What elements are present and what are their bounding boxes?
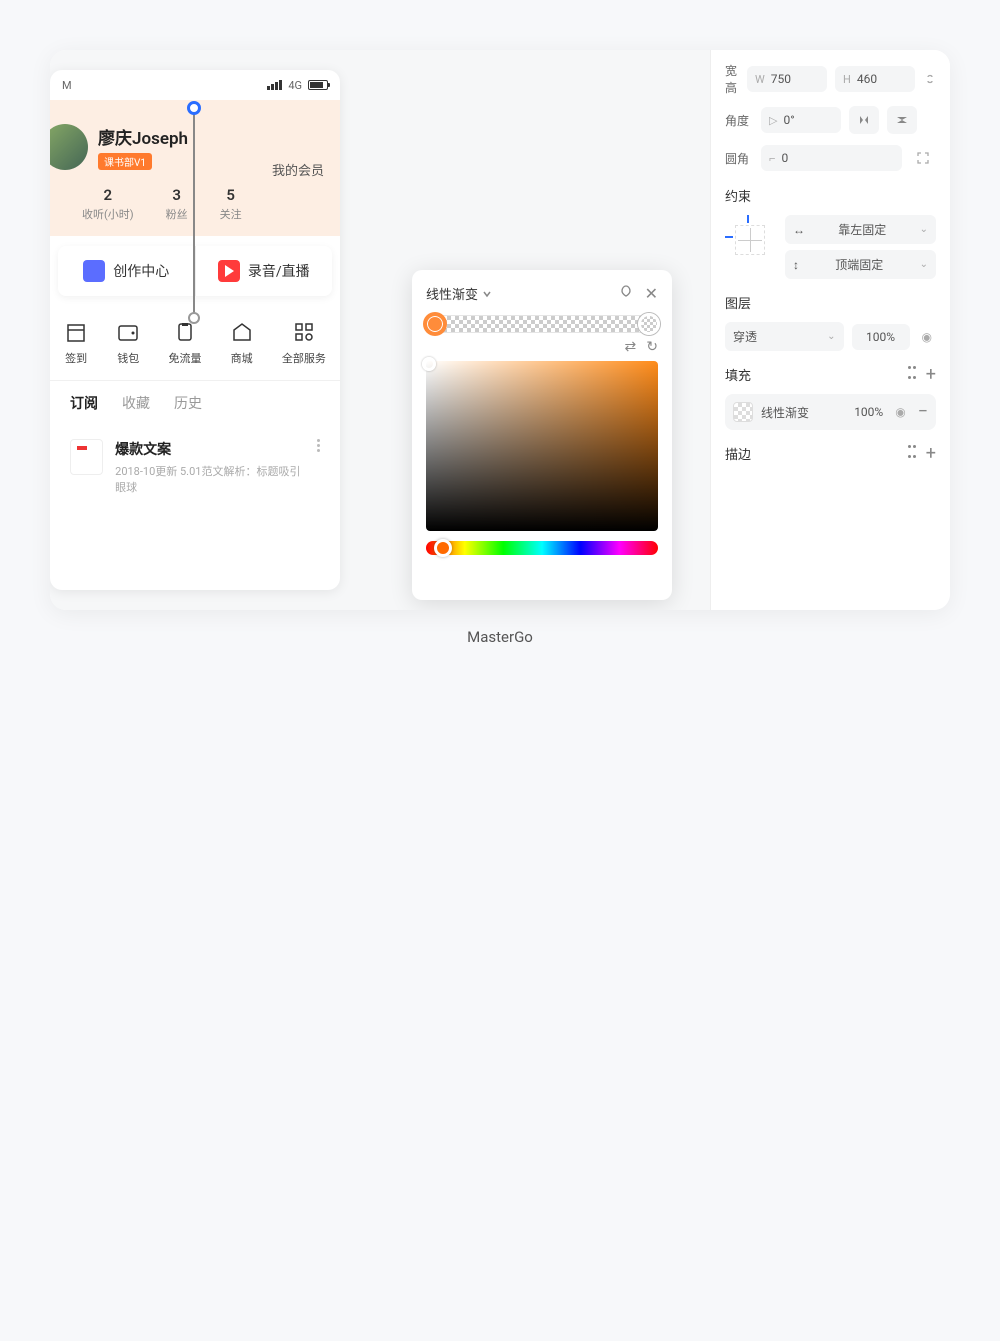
- size-label: 宽高: [725, 62, 739, 96]
- constraint-section-title: 约束: [725, 186, 936, 205]
- canvas[interactable]: M 4G 我的会员 廖庆Joseph 课书部V1: [50, 50, 730, 610]
- list-thumbnail: [70, 439, 103, 475]
- swap-icon[interactable]: ⇄: [625, 339, 637, 355]
- stroke-style-library-icon[interactable]: [908, 445, 916, 463]
- width-input[interactable]: W750: [747, 66, 827, 92]
- properties-panel: 宽高 W750 H460 角度 ▷0° 圆角 ⌐0 约束 ↔靠左固定⌄ ↕顶端固…: [710, 50, 950, 610]
- height-input[interactable]: H460: [835, 66, 915, 92]
- gradient-type-dropdown[interactable]: 线性渐变: [426, 284, 492, 303]
- gradient-stop-1[interactable]: [638, 313, 660, 335]
- independent-corners-icon[interactable]: [910, 144, 936, 172]
- close-icon[interactable]: ✕: [645, 284, 658, 303]
- create-center-button[interactable]: 创作中心: [58, 246, 195, 296]
- saturation-value-picker[interactable]: [426, 361, 658, 531]
- radius-input[interactable]: ⌐0: [761, 145, 902, 171]
- list-item[interactable]: 爆款文案 2018-10更新 5.01范文解析：标题吸引眼球: [50, 425, 340, 509]
- tab-history[interactable]: 历史: [174, 393, 202, 413]
- fill-swatch[interactable]: [733, 402, 753, 422]
- stroke-section-title: 描边 +: [725, 444, 936, 463]
- link-size-icon[interactable]: [923, 65, 936, 93]
- eyedropper-icon[interactable]: [619, 284, 633, 298]
- signal-icon: [267, 80, 282, 90]
- actions-card: 创作中心 录音/直播: [58, 246, 332, 296]
- fill-section-title: 填充 +: [725, 365, 936, 384]
- gradient-stop-start[interactable]: [187, 101, 201, 115]
- layer-opacity-input[interactable]: 100%: [852, 324, 910, 350]
- radius-label: 圆角: [725, 150, 753, 167]
- mobile-preview: M 4G 我的会员 廖庆Joseph 课书部V1: [50, 70, 340, 590]
- content-tabs: 订阅 收藏 历史: [50, 380, 340, 425]
- network-label: 4G: [288, 79, 302, 92]
- create-icon: [83, 260, 105, 282]
- flip-horizontal-button[interactable]: [849, 106, 879, 134]
- record-icon: [218, 260, 240, 282]
- hue-slider[interactable]: [426, 541, 658, 555]
- service-mall[interactable]: 商城: [230, 320, 254, 366]
- caption: MasterGo: [0, 628, 1000, 646]
- stat-listen[interactable]: 2 收听(小时): [82, 186, 134, 222]
- visibility-icon[interactable]: ◉: [918, 330, 936, 344]
- member-link[interactable]: 我的会员: [272, 160, 324, 179]
- constraint-diagram[interactable]: [725, 215, 775, 265]
- tab-subscribe[interactable]: 订阅: [70, 393, 98, 413]
- layer-section-title: 图层: [725, 293, 936, 312]
- hue-cursor[interactable]: [434, 539, 452, 557]
- record-live-button[interactable]: 录音/直播: [195, 246, 333, 296]
- profile-section: 我的会员 廖庆Joseph 课书部V1 2 收听(小时) 3 粉丝: [50, 100, 340, 236]
- flip-vertical-button[interactable]: [887, 106, 917, 134]
- app-frame: M 4G 我的会员 廖庆Joseph 课书部V1: [50, 50, 950, 610]
- list-subtitle: 2018-10更新 5.01范文解析：标题吸引眼球: [115, 463, 305, 495]
- angle-label: 角度: [725, 112, 753, 129]
- remove-fill-icon[interactable]: −: [918, 403, 928, 421]
- stat-fans[interactable]: 3 粉丝: [166, 186, 188, 222]
- status-bar: M 4G: [50, 70, 340, 100]
- battery-icon: [308, 80, 328, 90]
- time-label: M: [62, 79, 72, 92]
- service-wallet[interactable]: 钱包: [116, 320, 140, 366]
- blend-mode-select[interactable]: 穿透⌄: [725, 322, 844, 351]
- list-title: 爆款文案: [115, 439, 305, 459]
- chevron-down-icon: [482, 289, 492, 299]
- add-stroke-icon[interactable]: +: [926, 445, 936, 463]
- avatar[interactable]: [50, 124, 88, 170]
- style-library-icon[interactable]: [908, 366, 916, 384]
- stat-follow[interactable]: 5 关注: [220, 186, 242, 222]
- constraint-v-select[interactable]: ↕顶端固定⌄: [785, 250, 936, 279]
- service-checkin[interactable]: 签到: [64, 320, 88, 366]
- add-fill-icon[interactable]: +: [926, 366, 936, 384]
- gradient-stop-0[interactable]: [424, 313, 446, 335]
- gradient-stop-end[interactable]: [188, 312, 200, 324]
- angle-input[interactable]: ▷0°: [761, 107, 841, 133]
- constraint-h-select[interactable]: ↔靠左固定⌄: [785, 215, 936, 244]
- rotate-icon[interactable]: ↻: [646, 339, 658, 355]
- gradient-stops-bar[interactable]: [426, 315, 658, 333]
- vip-badge: 课书部V1: [98, 153, 152, 170]
- sv-cursor[interactable]: [422, 357, 436, 371]
- color-picker-panel: 线性渐变 ✕ ⇄ ↻: [412, 270, 672, 600]
- fill-entry[interactable]: 线性渐变 100% ◉ −: [725, 394, 936, 430]
- service-all[interactable]: 全部服务: [282, 320, 326, 366]
- more-icon[interactable]: [317, 439, 320, 452]
- gradient-handle[interactable]: [188, 108, 195, 318]
- fill-visibility-icon[interactable]: ◉: [891, 405, 909, 419]
- username: 廖庆Joseph: [98, 124, 188, 149]
- service-data[interactable]: 免流量: [168, 320, 201, 366]
- tab-favorite[interactable]: 收藏: [122, 393, 150, 413]
